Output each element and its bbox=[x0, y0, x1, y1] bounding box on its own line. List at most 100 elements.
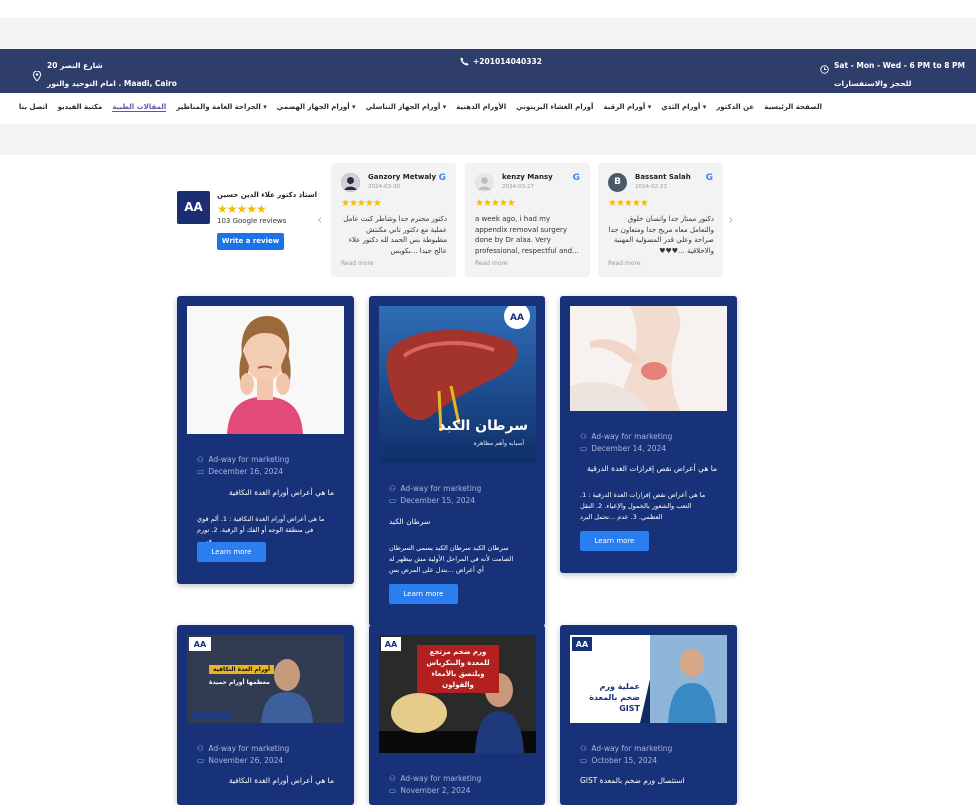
review-text: دكتور محترم جدا وشاطر كنت عامل عملية مع … bbox=[343, 215, 447, 255]
phone-icon bbox=[460, 57, 469, 66]
avatar bbox=[341, 173, 360, 192]
nav-item-reproductive[interactable]: أورام الجهاز التناسلي ▾ bbox=[366, 103, 447, 112]
read-more-link[interactable]: Read more bbox=[608, 260, 641, 267]
post-title[interactable]: سرطان الكبد bbox=[389, 517, 526, 526]
nav-item-lipomas[interactable]: الأورام الدهنية bbox=[456, 103, 506, 112]
hours-line-1: Sat - Mon - Wed - 6 PM to 8 PM bbox=[834, 61, 966, 70]
reviews-summary: AA استاذ دكتور علاء الدين حسين ★★★★★ 103… bbox=[177, 190, 317, 250]
image-subcaption: أسبابه وأهم مظاهره bbox=[473, 440, 524, 447]
nav-item-contact[interactable]: اتصل بنا bbox=[19, 103, 48, 112]
nav-item-articles[interactable]: المقالات الطبية bbox=[112, 103, 167, 112]
nav-item-peritoneal[interactable]: أورام الغشاء البريتوني bbox=[516, 103, 593, 112]
review-card: Ganzory Metwaly 2024-03-30 G ★★★★★ دكتور… bbox=[331, 163, 456, 277]
post-date: ▭ December 15, 2024 bbox=[389, 496, 476, 505]
nav-item-breast-tumors[interactable]: أورام الثدي ▾ bbox=[661, 103, 706, 112]
learn-more-button[interactable]: Learn more bbox=[389, 584, 458, 604]
address-line-1: شارع النصر 20 bbox=[47, 61, 103, 70]
map-pin-icon bbox=[33, 71, 41, 81]
post-image[interactable]: AA سرطان الكبد أسبابه وأهم مظاهره bbox=[379, 306, 536, 463]
post-date: ▭ November 26, 2024 bbox=[197, 756, 284, 765]
review-stars: ★★★★★ bbox=[341, 198, 382, 209]
chevron-down-icon: ▾ bbox=[263, 103, 267, 111]
image-caption: سرطان الكبد bbox=[438, 418, 528, 434]
address-line-2: امام التوحيد والنور . Maadi, Cairo bbox=[47, 79, 177, 88]
review-card: B Bassant Salah 2024-02-23 G ★★★★★ دكتور… bbox=[598, 163, 723, 277]
svg-text:AA: AA bbox=[385, 640, 398, 649]
calendar-icon: ▭ bbox=[580, 756, 588, 765]
chevron-right-icon[interactable]: › bbox=[728, 212, 734, 228]
post-title[interactable]: استئصال ورم ضخم بالمعدة GIST bbox=[580, 776, 717, 785]
hours-line-2: للحجز والاستفسارات bbox=[834, 79, 912, 88]
nav-item-about[interactable]: عن الدكتور bbox=[716, 103, 754, 112]
review-count: 103 Google reviews bbox=[217, 217, 287, 225]
review-stars: ★★★★★ bbox=[475, 198, 516, 209]
user-icon: ⚇ bbox=[580, 744, 587, 753]
calendar-icon: ▭ bbox=[389, 786, 397, 795]
nav-item-video-library[interactable]: مكتبة الفيديو bbox=[58, 103, 103, 112]
learn-more-button[interactable]: Learn more bbox=[580, 531, 649, 551]
business-name: استاذ دكتور علاء الدين حسين bbox=[217, 191, 318, 199]
review-text: دكتور ممتاز جدا وانسان خلوق والتعامل معا… bbox=[608, 215, 714, 255]
chevron-down-icon: ▾ bbox=[647, 103, 652, 111]
avatar bbox=[475, 173, 494, 192]
post-date: ▭ October 15, 2024 bbox=[580, 756, 658, 765]
post-image[interactable] bbox=[187, 306, 344, 434]
post-author: ⚇ Ad-way for marketing bbox=[197, 744, 290, 753]
post-image[interactable]: AA أورام الغدة النكافية معظمها أورام حمي… bbox=[187, 635, 344, 723]
review-stars: ★★★★★ bbox=[608, 198, 649, 209]
svg-text:AA: AA bbox=[576, 640, 589, 649]
review-date: 2024-03-30 bbox=[368, 184, 400, 190]
google-icon: G bbox=[438, 173, 446, 183]
post-date: ▭ December 16, 2024 bbox=[197, 467, 284, 476]
review-date: 2024-02-23 bbox=[635, 184, 667, 190]
user-icon: ⚇ bbox=[197, 744, 204, 753]
nav-item-neck-tumors[interactable]: أورام الرقبة ▾ bbox=[603, 103, 651, 112]
read-more-link[interactable]: Read more bbox=[475, 260, 508, 267]
reviewer-name: Bassant Salah bbox=[635, 173, 691, 181]
main-navigation: الصفحة الرئيسية عن الدكتور أورام الثدي ▾… bbox=[0, 93, 976, 125]
google-icon: G bbox=[572, 173, 580, 183]
phone-link[interactable]: +201014040332 bbox=[460, 57, 542, 66]
post-card: ⚇ Ad-way for marketing ▭ December 16, 20… bbox=[177, 296, 354, 584]
learn-more-button[interactable]: Learn more bbox=[197, 542, 266, 562]
post-image[interactable]: AA ورم ضخم مرتجع للمعدة والبنكرياس ويلتص… bbox=[379, 635, 536, 753]
post-image[interactable] bbox=[570, 306, 727, 411]
post-image[interactable]: AA عملية ورم ضخم بالمعدة GIST bbox=[570, 635, 727, 723]
post-author: ⚇ Ad-way for marketing bbox=[580, 432, 673, 441]
chevron-down-icon: ▾ bbox=[352, 103, 356, 111]
nav-item-digestive[interactable]: أورام الجهاز الهضمي ▾ bbox=[277, 103, 356, 112]
nav-item-home[interactable]: الصفحة الرئيسية bbox=[764, 103, 822, 112]
post-excerpt: سرطان الكبد سرطان الكبد يسمى السرطان الص… bbox=[389, 544, 514, 574]
phone-number[interactable]: +201014040332 bbox=[473, 57, 542, 66]
post-card: AA أورام الغدة النكافية معظمها أورام حمي… bbox=[177, 625, 354, 805]
image-subcaption: معظمها أورام حميدة bbox=[209, 679, 270, 686]
image-caption: أورام الغدة النكافية bbox=[209, 665, 275, 674]
chevron-left-icon[interactable]: ‹ bbox=[317, 212, 323, 228]
post-card: AA ورم ضخم مرتجع للمعدة والبنكرياس ويلتص… bbox=[369, 625, 545, 805]
chevron-down-icon: ▾ bbox=[702, 103, 707, 111]
post-title[interactable]: ما هي أعراض أورام الغدة النكافية bbox=[197, 488, 334, 497]
business-logo: AA bbox=[177, 191, 210, 224]
banner-spacer bbox=[0, 124, 976, 155]
read-more-link[interactable]: Read more bbox=[341, 260, 374, 267]
post-date: ▭ November 2, 2024 bbox=[389, 786, 471, 795]
chevron-down-icon: ▾ bbox=[442, 103, 447, 111]
post-card: ⚇ Ad-way for marketing ▭ December 14, 20… bbox=[560, 296, 737, 573]
post-author: ⚇ Ad-way for marketing bbox=[389, 484, 482, 493]
avatar: B bbox=[608, 173, 627, 192]
post-author: ⚇ Ad-way for marketing bbox=[197, 455, 290, 464]
calendar-icon: ▭ bbox=[389, 496, 397, 505]
post-title[interactable]: ما هي أعراض أورام الغدة النكافية bbox=[197, 776, 334, 785]
user-icon: ⚇ bbox=[580, 432, 587, 441]
calendar-icon: ▭ bbox=[580, 444, 588, 453]
top-spacer bbox=[0, 18, 976, 49]
review-text: a week ago, i had my appendix removal su… bbox=[475, 215, 579, 255]
image-caption: ورم ضخم مرتجع للمعدة والبنكرياس ويلتصق ب… bbox=[417, 645, 499, 693]
nav-item-general-surgery[interactable]: الجراحة العامة والمناظير ▾ bbox=[176, 103, 267, 112]
post-author: ⚇ Ad-way for marketing bbox=[389, 774, 482, 783]
calendar-icon: ▭ bbox=[197, 467, 205, 476]
post-card: AA سرطان الكبد أسبابه وأهم مظاهره ⚇ Ad-w… bbox=[369, 296, 545, 626]
write-review-button[interactable]: Write a review bbox=[217, 233, 284, 250]
post-title[interactable]: ما هي أعراض نقص إفرازات الغدة الدرقية bbox=[580, 464, 717, 473]
contact-topbar: شارع النصر 20 امام التوحيد والنور . Maad… bbox=[0, 49, 976, 93]
